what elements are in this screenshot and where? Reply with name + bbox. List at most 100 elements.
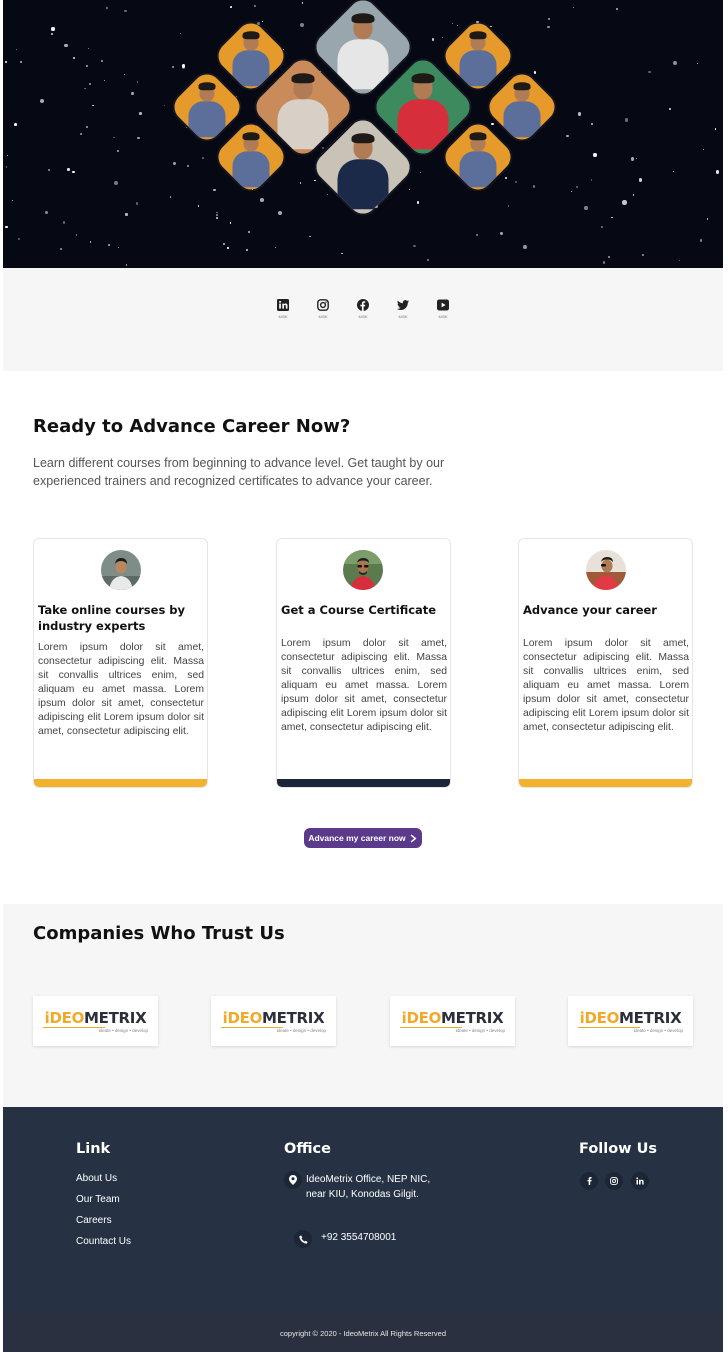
social-count: 440K bbox=[278, 314, 288, 319]
star-dot bbox=[171, 66, 174, 68]
facebook-icon[interactable] bbox=[580, 1172, 598, 1190]
star-dot bbox=[186, 164, 190, 168]
footer-link-about[interactable]: About Us bbox=[76, 1173, 117, 1184]
star-dot bbox=[679, 259, 681, 261]
star-dot bbox=[139, 112, 142, 115]
card-title: Get a Course Certificate bbox=[281, 603, 437, 617]
social-count: 440K bbox=[318, 314, 328, 319]
star-dot bbox=[625, 118, 629, 122]
star-dot bbox=[611, 216, 613, 218]
star-dot bbox=[253, 4, 256, 8]
star-dot bbox=[441, 36, 443, 38]
star-dot bbox=[14, 123, 17, 126]
companies-section-title: Companies Who Trust Us bbox=[33, 923, 285, 944]
star-dot bbox=[299, 182, 301, 184]
star-dot bbox=[514, 180, 518, 184]
star-dot bbox=[456, 24, 459, 27]
star-dot bbox=[19, 60, 23, 64]
ideometrix-logo: iDEOMETRIX bbox=[579, 1008, 682, 1027]
office-address-line2: near KIU, Konodas Gilgit. bbox=[306, 1189, 419, 1200]
social-twitter[interactable]: 440K bbox=[395, 299, 411, 319]
star-dot bbox=[131, 92, 134, 95]
star-dot bbox=[696, 63, 698, 65]
star-dot bbox=[601, 225, 603, 228]
star-dot bbox=[309, 236, 311, 238]
star-dot bbox=[301, 2, 304, 4]
star-dot bbox=[314, 179, 316, 182]
instagram-icon[interactable] bbox=[605, 1172, 623, 1190]
star-dot bbox=[275, 247, 277, 249]
star-dot bbox=[116, 150, 119, 153]
companies-section: Companies Who Trust Us iDEOMETRIX ideate… bbox=[3, 904, 723, 1107]
avatar bbox=[101, 550, 141, 590]
social-instagram[interactable]: 440K bbox=[315, 299, 331, 319]
star-dot bbox=[247, 231, 250, 234]
star-dot bbox=[137, 136, 140, 140]
star-dot bbox=[51, 27, 55, 31]
star-dot bbox=[577, 112, 582, 116]
star-dot bbox=[222, 243, 226, 246]
office-phone[interactable]: +92 3554708001 bbox=[321, 1230, 396, 1245]
star-dot bbox=[417, 201, 420, 204]
star-dot bbox=[85, 125, 89, 129]
cta-label: Advance my career now bbox=[308, 833, 406, 843]
star-dot bbox=[622, 200, 627, 205]
star-dot bbox=[408, 189, 410, 191]
star-dot bbox=[60, 248, 62, 250]
star-dot bbox=[92, 104, 95, 107]
youtube-icon bbox=[437, 299, 449, 311]
star-dot bbox=[608, 255, 610, 258]
ideometrix-logo: iDEOMETRIX bbox=[222, 1008, 325, 1027]
advance-career-button[interactable]: Advance my career now bbox=[304, 828, 422, 848]
star-dot bbox=[672, 61, 678, 66]
star-dot bbox=[105, 7, 108, 10]
star-dot bbox=[6, 154, 8, 156]
star-dot bbox=[648, 70, 651, 74]
star-dot bbox=[413, 244, 416, 248]
star-dot bbox=[672, 170, 675, 173]
footer-link-contact[interactable]: Countact Us bbox=[76, 1236, 131, 1247]
feature-card-advance-career: Advance your career Lorem ipsum dolor si… bbox=[518, 538, 693, 788]
footer-link-careers[interactable]: Careers bbox=[76, 1215, 112, 1226]
star-dot bbox=[615, 7, 618, 10]
star-dot bbox=[64, 43, 68, 48]
collage-photo-tile bbox=[168, 68, 246, 146]
linkedin-icon[interactable] bbox=[631, 1172, 649, 1190]
star-dot bbox=[572, 6, 574, 8]
card-accent-bar bbox=[34, 779, 207, 787]
star-dot bbox=[16, 48, 18, 50]
star-dot bbox=[135, 202, 139, 205]
star-dot bbox=[185, 127, 187, 129]
star-dot bbox=[113, 181, 118, 186]
ideometrix-logo: iDEOMETRIX bbox=[401, 1008, 504, 1027]
star-dot bbox=[213, 188, 216, 192]
star-dot bbox=[714, 128, 717, 130]
star-dot bbox=[5, 166, 8, 168]
social-facebook[interactable]: 440K bbox=[355, 299, 371, 319]
star-dot bbox=[62, 221, 66, 224]
hero-banner bbox=[3, 0, 723, 268]
footer-link-team[interactable]: Our Team bbox=[76, 1194, 120, 1205]
star-dot bbox=[236, 95, 238, 97]
star-dot bbox=[419, 171, 422, 174]
star-dot bbox=[5, 60, 8, 63]
star-dot bbox=[431, 38, 435, 41]
star-dot bbox=[125, 213, 128, 216]
avatar bbox=[343, 550, 383, 590]
footer-link-heading: Link bbox=[76, 1141, 111, 1157]
social-linkedin[interactable]: 440K bbox=[275, 299, 291, 319]
star-dot bbox=[172, 161, 177, 166]
star-dot bbox=[100, 59, 103, 63]
star-dot bbox=[547, 25, 550, 29]
star-dot bbox=[117, 246, 120, 249]
star-dot bbox=[137, 81, 139, 83]
star-dot bbox=[260, 198, 265, 203]
career-section-description: Learn different courses from beginning t… bbox=[33, 456, 445, 488]
card-body: Lorem ipsum dolor sit amet, consectetur … bbox=[523, 638, 689, 733]
copyright-bar: copyright © 2020 - IdeoMetrix All Rights… bbox=[3, 1314, 723, 1352]
star-dot bbox=[89, 240, 92, 243]
instagram-icon bbox=[317, 299, 329, 311]
social-youtube[interactable]: 440K bbox=[435, 299, 451, 319]
star-dot bbox=[631, 157, 635, 161]
star-dot bbox=[322, 147, 324, 150]
